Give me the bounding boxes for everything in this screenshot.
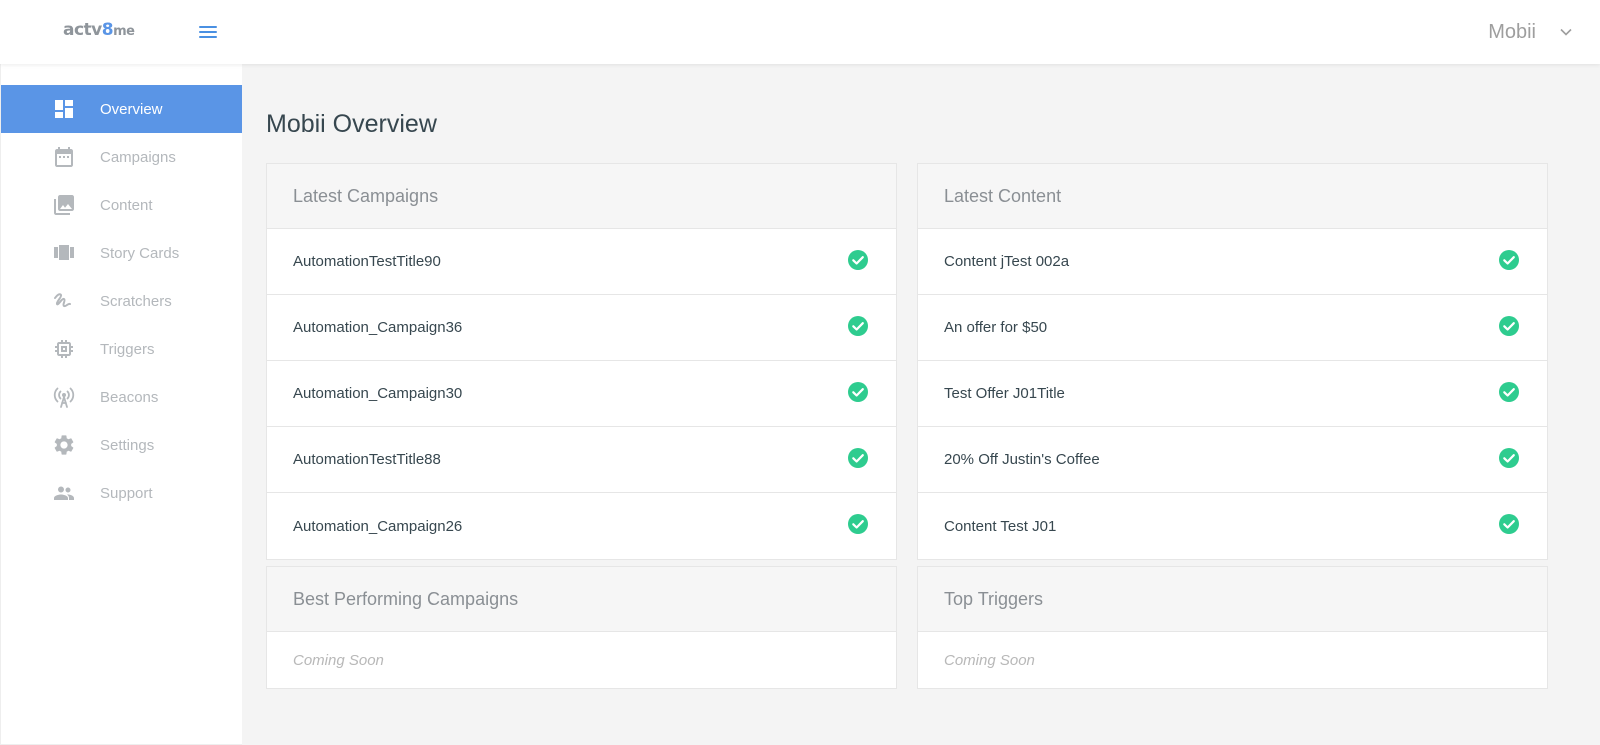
sidebar-item-content[interactable]: Content xyxy=(1,181,243,229)
sidebar-item-story-cards[interactable]: Story Cards xyxy=(1,229,243,277)
list-item[interactable]: 20% Off Justin's Coffee xyxy=(918,427,1547,493)
card-title: Latest Content xyxy=(918,164,1547,229)
carousel-icon xyxy=(54,245,74,260)
sidebar-item-label: Story Cards xyxy=(100,244,180,262)
broadcast-tower-icon xyxy=(53,387,75,408)
list-item-label: 20% Off Justin's Coffee xyxy=(944,451,1100,468)
best-performing-campaigns-card: Best Performing Campaigns Coming Soon xyxy=(266,566,897,689)
check-circle-icon xyxy=(1499,250,1519,270)
sidebar-item-support[interactable]: Support xyxy=(1,469,243,517)
check-circle-icon xyxy=(848,382,868,402)
coming-soon-text: Coming Soon xyxy=(293,651,384,669)
latest-campaigns-card: Latest Campaigns AutomationTestTitle90 A… xyxy=(266,163,897,560)
account-menu[interactable]: Mobii xyxy=(1488,18,1574,46)
list-item-label: An offer for $50 xyxy=(944,319,1048,336)
top-triggers-card: Top Triggers Coming Soon xyxy=(917,566,1548,689)
list-item[interactable]: Automation_Campaign30 xyxy=(267,361,896,427)
sidebar-item-label: Content xyxy=(100,196,153,214)
list-item[interactable]: Test Offer J01Title xyxy=(918,361,1547,427)
list-item-label: Test Offer J01Title xyxy=(944,385,1065,402)
sidebar-item-beacons[interactable]: Beacons xyxy=(1,373,243,421)
top-bar: actv8me Mobii xyxy=(0,0,1600,64)
sidebar-item-label: Scratchers xyxy=(100,292,172,310)
sidebar-item-label: Support xyxy=(100,484,153,502)
coming-soon-text: Coming Soon xyxy=(944,651,1035,669)
check-circle-icon xyxy=(848,316,868,336)
sidebar-item-settings[interactable]: Settings xyxy=(1,421,243,469)
list-item-label: AutomationTestTitle90 xyxy=(293,253,441,270)
check-circle-icon xyxy=(1499,316,1519,336)
list-item[interactable]: Automation_Campaign26 xyxy=(267,493,896,559)
chip-icon xyxy=(55,340,73,358)
sidebar-item-scratchers[interactable]: Scratchers xyxy=(1,277,243,325)
sidebar-item-overview[interactable]: Overview xyxy=(1,85,243,133)
card-title: Latest Campaigns xyxy=(267,164,896,229)
logo-text-part1: actv xyxy=(63,20,102,40)
main-content: Mobii Overview Latest Campaigns Automati… xyxy=(242,64,1600,745)
check-circle-icon xyxy=(1499,514,1519,534)
card-title: Best Performing Campaigns xyxy=(267,567,896,632)
sidebar: Overview Campaigns Content Story Cards S… xyxy=(0,64,243,745)
sidebar-item-label: Settings xyxy=(100,436,155,454)
list-item-label: AutomationTestTitle88 xyxy=(293,451,441,468)
hamburger-icon[interactable] xyxy=(199,24,221,40)
list-item[interactable]: Automation_Campaign36 xyxy=(267,295,896,361)
gesture-icon xyxy=(54,293,71,308)
chevron-down-icon xyxy=(1560,28,1572,36)
sidebar-item-label: Triggers xyxy=(100,340,155,358)
sidebar-item-label: Campaigns xyxy=(100,148,176,166)
app-root: actv8me Mobii Overview Campaigns Content… xyxy=(0,0,1600,745)
latest-content-card: Latest Content Content jTest 002a An off… xyxy=(917,163,1548,560)
list-item[interactable]: AutomationTestTitle90 xyxy=(267,229,896,295)
logo[interactable]: actv8me xyxy=(63,20,135,40)
sidebar-item-label: Overview xyxy=(100,100,163,118)
card-title: Top Triggers xyxy=(918,567,1547,632)
page-title: Mobii Overview xyxy=(266,110,437,138)
dashboard-icon xyxy=(55,100,73,118)
photo-library-icon xyxy=(54,195,74,215)
check-circle-icon xyxy=(1499,382,1519,402)
check-circle-icon xyxy=(848,514,868,534)
list-item-label: Automation_Campaign30 xyxy=(293,385,463,402)
check-circle-icon xyxy=(848,448,868,468)
check-circle-icon xyxy=(1499,448,1519,468)
sidebar-item-campaigns[interactable]: Campaigns xyxy=(1,133,243,181)
list-item[interactable]: Content Test J01 xyxy=(918,493,1547,559)
list-item-label: Automation_Campaign26 xyxy=(293,517,463,535)
list-item-label: Automation_Campaign36 xyxy=(293,319,463,336)
list-item[interactable]: AutomationTestTitle88 xyxy=(267,427,896,493)
list-item-label: Content jTest 002a xyxy=(944,253,1070,270)
logo-text-part2: 8 xyxy=(101,20,114,40)
sidebar-item-triggers[interactable]: Triggers xyxy=(1,325,243,373)
list-item[interactable]: An offer for $50 xyxy=(918,295,1547,361)
gear-icon xyxy=(54,435,74,455)
calendar-icon xyxy=(55,147,73,167)
account-name: Mobii xyxy=(1488,20,1536,43)
people-icon xyxy=(54,486,74,500)
list-item[interactable]: Content jTest 002a xyxy=(918,229,1547,295)
logo-text-part3: me xyxy=(113,24,135,39)
check-circle-icon xyxy=(848,250,868,270)
sidebar-nav: Overview Campaigns Content Story Cards S… xyxy=(1,85,243,517)
list-item-label: Content Test J01 xyxy=(944,517,1057,535)
sidebar-item-label: Beacons xyxy=(100,388,159,406)
